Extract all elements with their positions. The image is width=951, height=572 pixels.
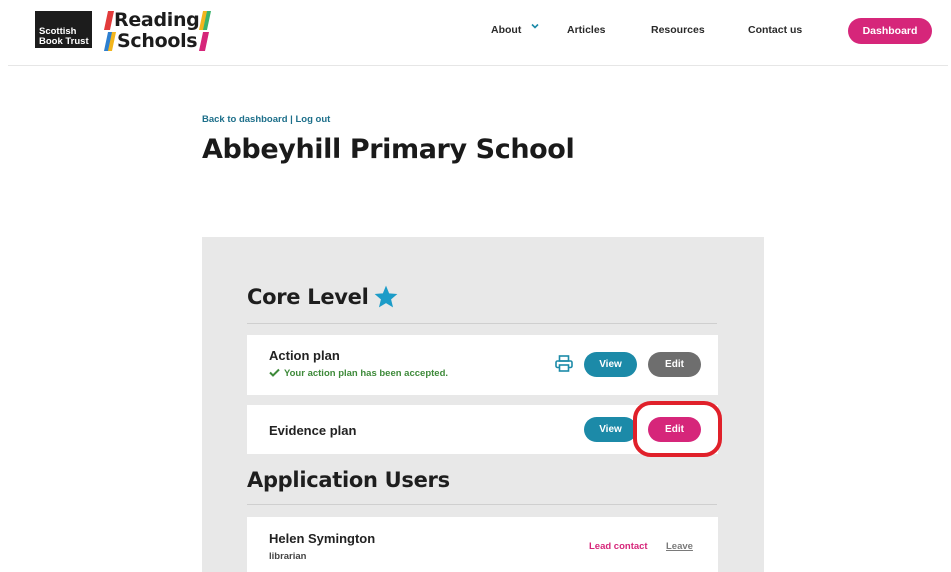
dashboard-button[interactable]: Dashboard xyxy=(848,18,932,44)
action-plan-status-text: Your action plan has been accepted. xyxy=(284,368,449,379)
user-name: Helen Symington xyxy=(269,531,376,546)
action-plan-view-button[interactable]: View xyxy=(584,352,637,377)
leave-link[interactable]: Leave xyxy=(666,541,693,552)
action-plan-title: Action plan xyxy=(269,348,340,363)
nav-articles[interactable]: Articles xyxy=(567,24,606,36)
lead-contact-badge: Lead contact xyxy=(589,541,648,552)
user-role: librarian xyxy=(269,551,307,562)
chevron-down-icon[interactable] xyxy=(531,22,539,30)
log-out-link[interactable]: Log out xyxy=(295,114,330,125)
nav-resources[interactable]: Resources xyxy=(651,24,705,36)
page-title: Abbeyhill Primary School xyxy=(202,134,575,165)
site-header: Scottish Book Trust Reading Schools About… xyxy=(8,0,948,66)
application-users-heading: Application Users xyxy=(247,468,450,492)
checkmark-icon xyxy=(269,368,280,377)
highlight-ring xyxy=(633,401,722,457)
core-level-heading: Core Level xyxy=(247,285,369,309)
nav-contact-us[interactable]: Contact us xyxy=(748,24,802,36)
back-to-dashboard-link[interactable]: Back to dashboard xyxy=(202,114,288,125)
divider xyxy=(247,323,717,324)
evidence-plan-title: Evidence plan xyxy=(269,423,357,438)
user-card: Helen Symington librarian Lead contact L… xyxy=(247,517,718,572)
divider xyxy=(247,504,717,505)
breadcrumb: Back to dashboard | Log out xyxy=(202,114,330,125)
print-icon[interactable] xyxy=(555,355,573,372)
action-plan-edit-button[interactable]: Edit xyxy=(648,352,701,377)
nav-about[interactable]: About xyxy=(491,24,521,36)
action-plan-status: Your action plan has been accepted. xyxy=(269,368,448,379)
star-icon xyxy=(374,285,398,308)
evidence-plan-view-button[interactable]: View xyxy=(584,417,637,442)
scottish-book-trust-logo[interactable]: Scottish Book Trust xyxy=(35,11,92,48)
reading-schools-logo[interactable]: Reading Schools xyxy=(102,8,212,54)
action-plan-card: Action plan Your action plan has been ac… xyxy=(247,335,718,395)
